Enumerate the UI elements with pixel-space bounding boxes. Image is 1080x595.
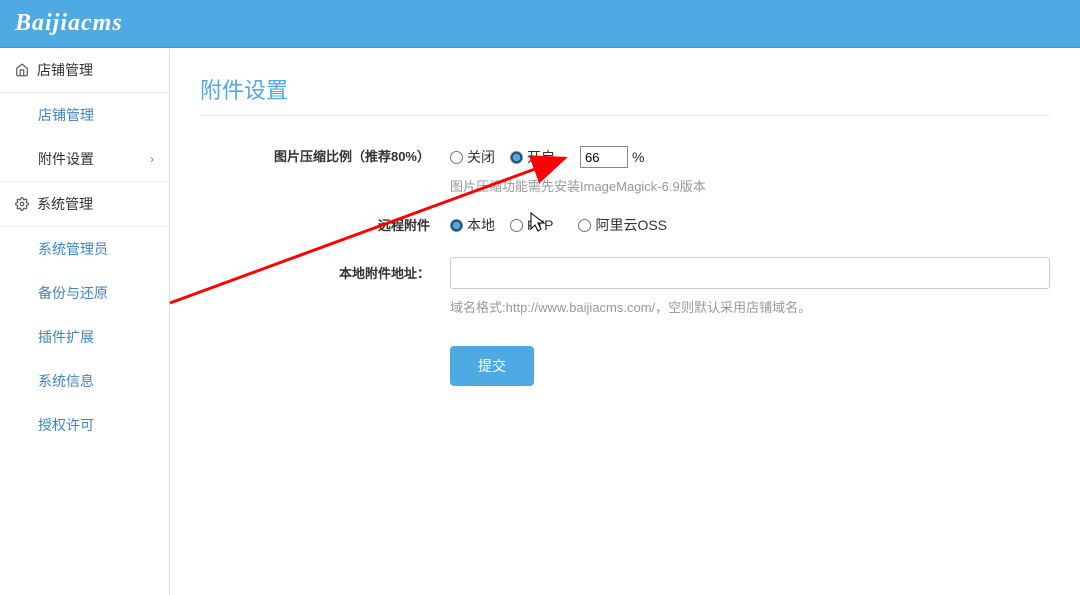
- compress-value-wrap: %: [580, 146, 644, 168]
- row-local-path: 本地附件地址： 域名格式:http://www.baijiacms.com/，空…: [200, 257, 1050, 316]
- logo: Baijiacms: [15, 10, 123, 37]
- page-title: 附件设置: [200, 73, 1050, 116]
- local-path-input[interactable]: [450, 257, 1050, 289]
- remote-radio-group: 本地 FTP 阿里云OSS: [450, 215, 1050, 235]
- radio-remote-ftp-input[interactable]: [510, 219, 523, 232]
- label-compress: 图片压缩比例（推荐80%）: [200, 146, 450, 168]
- sidebar-item-sysinfo[interactable]: 系统信息: [0, 359, 169, 403]
- radio-remote-local-input[interactable]: [450, 219, 463, 232]
- radio-remote-oss-input[interactable]: [578, 219, 591, 232]
- label-local-path: 本地附件地址：: [200, 257, 450, 285]
- home-icon: [15, 63, 29, 77]
- label-remote: 远程附件: [200, 215, 450, 237]
- gear-icon: [15, 197, 29, 211]
- radio-compress-off-input[interactable]: [450, 151, 463, 164]
- sidebar-item-plugins[interactable]: 插件扩展: [0, 315, 169, 359]
- sidebar-item-label: 授权许可: [38, 415, 94, 435]
- sidebar-item-label: 店铺管理: [38, 105, 94, 125]
- percent-label: %: [632, 149, 644, 165]
- sidebar-group-label: 店铺管理: [37, 60, 93, 80]
- row-remote: 远程附件 本地 FTP 阿里云OSS: [200, 215, 1050, 237]
- sidebar-item-label: 插件扩展: [38, 327, 94, 347]
- radio-label: FTP: [527, 217, 553, 233]
- main-container: 店铺管理 店铺管理 附件设置 › 系统管理 系统管理员 备份与还原 插件扩展 系…: [0, 48, 1080, 595]
- sidebar-item-sysadmin[interactable]: 系统管理员: [0, 227, 169, 271]
- sidebar-group-label: 系统管理: [37, 194, 93, 214]
- control-compress: 关闭 开启 % 图片压缩功能需先安装ImageMagick-6.9版本: [450, 146, 1050, 195]
- compress-value-input[interactable]: [580, 146, 628, 168]
- sidebar-item-backup-restore[interactable]: 备份与还原: [0, 271, 169, 315]
- main-content: 附件设置 图片压缩比例（推荐80%） 关闭 开启 %: [170, 48, 1080, 595]
- radio-compress-off[interactable]: 关闭: [450, 147, 495, 167]
- sidebar-item-attachment-settings[interactable]: 附件设置 ›: [0, 137, 169, 181]
- sidebar-group-system[interactable]: 系统管理: [0, 181, 169, 227]
- radio-compress-on[interactable]: 开启: [510, 147, 555, 167]
- compress-radio-group: 关闭 开启 %: [450, 146, 1050, 168]
- compress-help: 图片压缩功能需先安装ImageMagick-6.9版本: [450, 176, 1050, 195]
- sidebar-item-license[interactable]: 授权许可: [0, 403, 169, 447]
- header-bar: Baijiacms: [0, 0, 1080, 48]
- sidebar-item-label: 系统管理员: [38, 239, 108, 259]
- radio-remote-local[interactable]: 本地: [450, 215, 495, 235]
- radio-remote-ftp[interactable]: FTP: [510, 217, 553, 233]
- sidebar-group-store[interactable]: 店铺管理: [0, 48, 169, 93]
- radio-label: 开启: [527, 147, 555, 167]
- radio-label: 本地: [467, 215, 495, 235]
- radio-label: 关闭: [467, 147, 495, 167]
- radio-label: 阿里云OSS: [595, 215, 667, 235]
- sidebar-item-label: 备份与还原: [38, 283, 108, 303]
- sidebar-item-label: 系统信息: [38, 371, 94, 391]
- sidebar: 店铺管理 店铺管理 附件设置 › 系统管理 系统管理员 备份与还原 插件扩展 系…: [0, 48, 170, 595]
- control-local-path: 域名格式:http://www.baijiacms.com/，空则默认采用店铺域…: [450, 257, 1050, 316]
- submit-button[interactable]: 提交: [450, 346, 534, 386]
- chevron-right-icon: ›: [150, 152, 154, 166]
- sidebar-item-store-management[interactable]: 店铺管理: [0, 93, 169, 137]
- row-compress: 图片压缩比例（推荐80%） 关闭 开启 % 图片压缩: [200, 146, 1050, 195]
- sidebar-item-label: 附件设置: [38, 149, 94, 169]
- local-path-help: 域名格式:http://www.baijiacms.com/，空则默认采用店铺域…: [450, 297, 1050, 316]
- radio-remote-oss[interactable]: 阿里云OSS: [578, 215, 667, 235]
- radio-compress-on-input[interactable]: [510, 151, 523, 164]
- control-remote: 本地 FTP 阿里云OSS: [450, 215, 1050, 235]
